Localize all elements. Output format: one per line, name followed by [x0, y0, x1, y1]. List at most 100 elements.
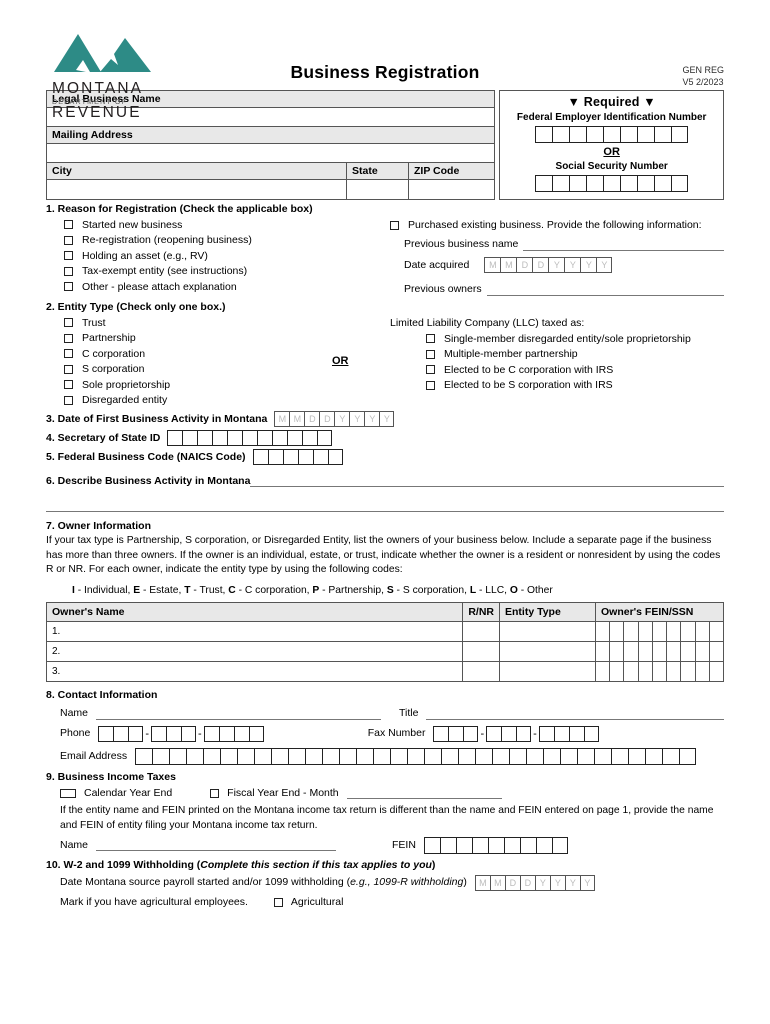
char-cell[interactable]	[696, 661, 710, 681]
char-cell[interactable]	[577, 747, 595, 765]
owner-entity-type-cell-2[interactable]	[499, 660, 596, 682]
char-cell[interactable]: Y	[564, 257, 581, 273]
mailing-address-input[interactable]	[47, 144, 495, 163]
char-cell[interactable]	[463, 725, 479, 742]
owner-name-cell-0[interactable]: 1.	[45, 620, 464, 642]
char-cell[interactable]	[302, 430, 318, 446]
char-cell[interactable]	[568, 725, 584, 742]
char-cell[interactable]	[317, 430, 333, 446]
char-cell[interactable]	[519, 836, 536, 854]
checkbox-entity-type-0[interactable]	[64, 318, 73, 327]
char-cell[interactable]	[596, 621, 611, 641]
fax-group-0[interactable]	[433, 725, 479, 742]
checkbox-llc-3[interactable]	[425, 380, 435, 390]
phone-group-1[interactable]	[151, 725, 197, 742]
char-cell[interactable]	[282, 449, 298, 465]
char-cell[interactable]: Y	[534, 874, 550, 891]
owner-name-cell-2[interactable]: 3.	[45, 660, 464, 682]
previous-owners-input[interactable]	[486, 285, 724, 296]
contact-name-input[interactable]	[96, 709, 382, 720]
checkbox-agricultural[interactable]	[273, 897, 283, 907]
contact-phone-input[interactable]: --	[98, 725, 264, 742]
char-cell[interactable]	[186, 747, 204, 765]
checkbox-calendar-year-end[interactable]	[60, 788, 76, 798]
char-cell[interactable]	[257, 430, 273, 446]
char-cell[interactable]	[586, 126, 604, 143]
char-cell[interactable]	[458, 747, 476, 765]
char-cell[interactable]	[272, 430, 288, 446]
char-cell[interactable]: M	[289, 411, 305, 427]
char-cell[interactable]	[218, 725, 234, 742]
char-cell[interactable]	[710, 642, 723, 661]
char-cell[interactable]	[305, 747, 323, 765]
char-cell[interactable]: Y	[334, 411, 350, 427]
owner-rnr-cell-2[interactable]	[462, 660, 500, 682]
char-cell[interactable]	[169, 747, 187, 765]
char-cell[interactable]: Y	[580, 257, 597, 273]
char-cell[interactable]: D	[519, 874, 535, 891]
business-activity-input-line1[interactable]	[250, 476, 724, 487]
char-cell[interactable]	[288, 747, 306, 765]
char-cell[interactable]: M	[484, 257, 501, 273]
owner-name-cell-1[interactable]: 2.	[45, 640, 464, 662]
checkbox-reason-0[interactable]	[64, 220, 73, 229]
char-cell[interactable]	[596, 641, 611, 661]
fax-group-1[interactable]	[486, 725, 532, 742]
char-cell[interactable]	[356, 747, 374, 765]
state-input[interactable]	[347, 180, 408, 199]
checkbox-fiscal-year-end[interactable]	[210, 788, 220, 798]
first-activity-date-input[interactable]: MMDDYYYY	[274, 411, 395, 427]
char-cell[interactable]	[552, 126, 570, 143]
char-cell[interactable]: M	[474, 874, 490, 891]
char-cell[interactable]	[639, 661, 653, 681]
char-cell[interactable]: Y	[549, 874, 565, 891]
char-cell[interactable]	[433, 725, 449, 742]
char-cell[interactable]	[653, 661, 668, 681]
char-cell[interactable]	[696, 641, 710, 661]
previous-business-name-input[interactable]	[523, 240, 724, 251]
char-cell[interactable]	[569, 175, 587, 192]
char-cell[interactable]	[327, 449, 343, 465]
char-cell[interactable]	[312, 449, 328, 465]
business-activity-input-line2[interactable]	[46, 499, 724, 512]
char-cell[interactable]	[610, 661, 625, 681]
char-cell[interactable]	[424, 747, 442, 765]
char-cell[interactable]	[639, 621, 653, 641]
char-cell[interactable]	[681, 641, 696, 661]
char-cell[interactable]	[681, 621, 696, 641]
char-cell[interactable]	[535, 126, 553, 143]
char-cell[interactable]	[151, 725, 167, 742]
char-cell[interactable]	[710, 622, 723, 641]
char-cell[interactable]	[248, 725, 264, 742]
char-cell[interactable]	[653, 621, 668, 641]
char-cell[interactable]	[671, 126, 689, 143]
char-cell[interactable]	[624, 641, 639, 661]
char-cell[interactable]	[637, 126, 655, 143]
char-cell[interactable]	[407, 747, 425, 765]
char-cell[interactable]: Y	[349, 411, 365, 427]
owner-rnr-cell-1[interactable]	[462, 640, 500, 662]
char-cell[interactable]: D	[532, 257, 549, 273]
checkbox-entity-type-3[interactable]	[64, 364, 73, 374]
char-cell[interactable]	[610, 641, 625, 661]
section9-name-input[interactable]	[96, 840, 337, 851]
checkbox-entity-type-5[interactable]	[64, 395, 73, 405]
phone-group-2[interactable]	[203, 725, 264, 742]
char-cell[interactable]	[526, 747, 544, 765]
char-cell[interactable]	[113, 725, 129, 742]
owner-rnr-cell-0[interactable]	[462, 620, 500, 642]
char-cell[interactable]	[373, 747, 391, 765]
contact-fax-input[interactable]: --	[433, 725, 599, 742]
char-cell[interactable]	[596, 661, 611, 681]
char-cell[interactable]	[637, 175, 655, 192]
checkbox-entity-type-1[interactable]	[64, 333, 73, 343]
naics-code-input[interactable]	[252, 449, 343, 465]
char-cell[interactable]	[560, 747, 578, 765]
char-cell[interactable]	[271, 747, 289, 765]
char-cell[interactable]	[486, 725, 502, 742]
char-cell[interactable]	[182, 430, 198, 446]
char-cell[interactable]: D	[304, 411, 320, 427]
char-cell[interactable]	[535, 836, 552, 854]
char-cell[interactable]	[152, 747, 170, 765]
char-cell[interactable]	[287, 430, 303, 446]
